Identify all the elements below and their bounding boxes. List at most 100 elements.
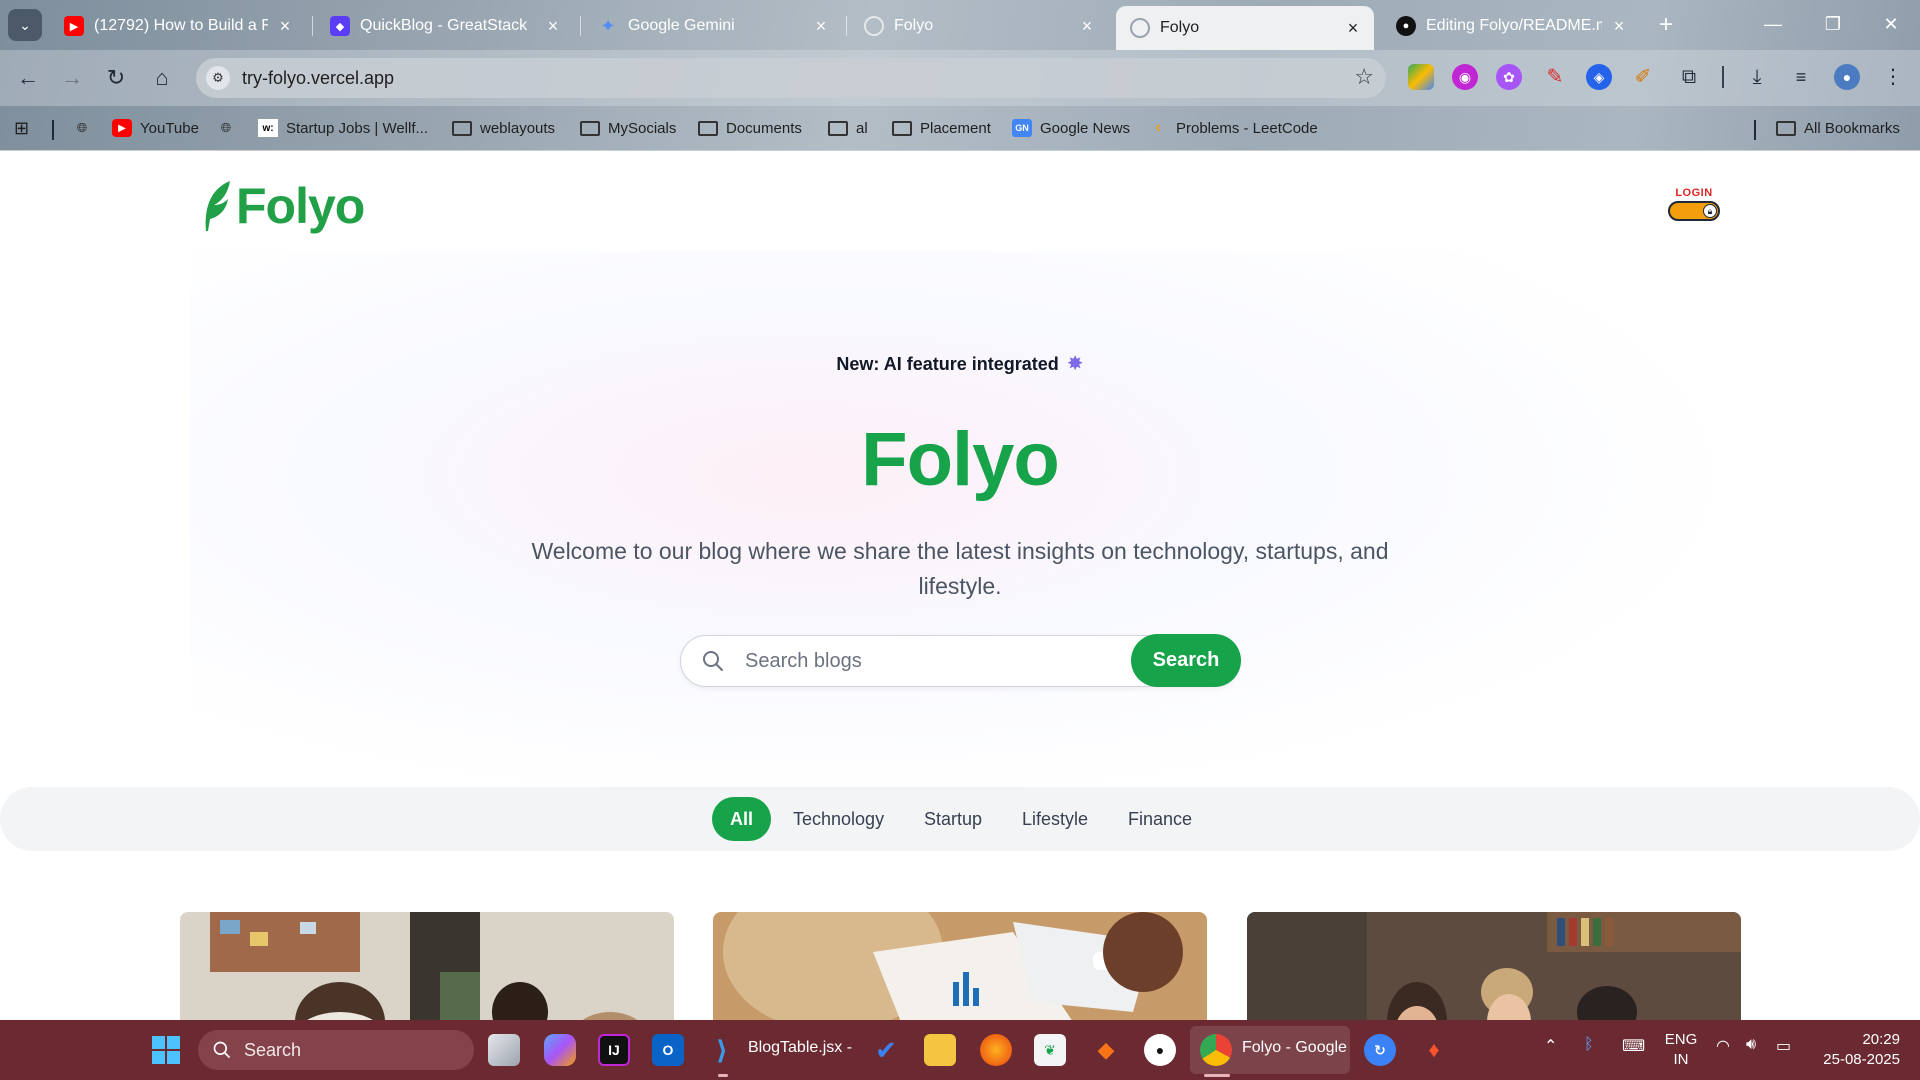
gemini-icon: ✦ [600,15,616,36]
clock-time: 20:29 [1862,1031,1900,1048]
minimize-button[interactable]: — [1750,8,1796,40]
close-icon[interactable]: × [276,16,294,37]
globe-bookmark[interactable]: 🌐︎ [72,116,100,140]
close-icon[interactable]: × [1078,16,1096,37]
media-control-icon[interactable]: ≡ [1788,64,1814,90]
taskbar-search[interactable]: Search [198,1030,474,1070]
bookmark-al[interactable]: al [828,116,868,140]
bookmark-weblayouts[interactable]: weblayouts [452,116,555,140]
category-technology[interactable]: Technology [775,797,902,841]
bookmark-wellfound[interactable]: w: Startup Jobs | Wellf... [258,116,428,140]
login-switch[interactable]: 🔒︎ [1668,201,1720,221]
battery-icon[interactable]: ▭ [1776,1036,1791,1056]
task-view-icon[interactable] [488,1034,520,1066]
bookmark-star-icon[interactable]: ☆ [1354,64,1374,90]
tab-folyo-1[interactable]: Folyo × [850,8,1108,44]
category-all[interactable]: All [712,797,772,841]
globe-bookmark[interactable]: 🌐︎ [216,116,244,140]
extension-icon[interactable]: ◈ [1586,64,1612,90]
category-lifestyle[interactable]: Lifestyle [1004,797,1106,841]
chrome-icon[interactable] [1200,1034,1232,1066]
edge-sync-icon[interactable]: ↻ [1364,1034,1396,1066]
git-icon[interactable]: ◆ [1090,1034,1122,1066]
highlighter-icon[interactable]: ✐ [1630,64,1656,90]
bookmark-leetcode[interactable]: ‹ Problems - LeetCode [1148,116,1317,140]
apps-grid-icon[interactable]: ⊞ [14,116,29,140]
search-input[interactable] [745,644,1065,678]
bookmark-label: All Bookmarks [1804,119,1900,137]
extension-icon[interactable]: ✿ [1496,64,1522,90]
tab-title: Folyo [1160,19,1200,36]
volume-icon[interactable]: 🔊︎ [1746,1036,1756,1054]
category-finance[interactable]: Finance [1110,797,1210,841]
bookmarks-bar: ⊞ 🌐︎ ▶ YouTube 🌐︎ w: Startup Jobs | Well… [0,106,1920,150]
extensions-puzzle-icon[interactable]: ⧉ [1676,64,1702,90]
todo-check-icon[interactable]: ✔ [870,1034,902,1066]
file-explorer-icon[interactable] [924,1034,956,1066]
pen-extension-icon[interactable]: ✎ [1542,64,1568,90]
hero-title: Folyo [861,417,1060,502]
tab-github[interactable]: ● Editing Folyo/README.md × [1382,8,1640,44]
tab-folyo-active[interactable]: Folyo × [1116,6,1374,50]
tab-title: Editing Folyo/README.md [1426,17,1602,34]
github-desktop-icon[interactable]: ● [1144,1034,1176,1066]
close-icon[interactable]: × [1610,16,1628,37]
close-icon[interactable]: × [812,16,830,37]
copilot-icon[interactable] [544,1034,576,1066]
tab-search-button[interactable]: ⌄ [8,9,42,41]
blog-card-image[interactable] [713,912,1207,1020]
firefox-icon[interactable] [980,1034,1012,1066]
chrome-window-label[interactable]: Folyo - Google [1242,1039,1347,1057]
taskbar-search-label: Search [244,1040,302,1060]
profile-avatar[interactable]: ● [1834,64,1860,90]
show-hidden-icons[interactable]: ⌃ [1544,1036,1557,1056]
brave-icon[interactable]: ♦ [1418,1034,1450,1066]
extension-icon[interactable]: ◉ [1452,64,1478,90]
bluetooth-icon[interactable]: ᛒ [1584,1036,1594,1054]
forward-button[interactable]: → [56,62,88,94]
language-indicator[interactable]: ENG IN [1664,1030,1698,1070]
search-button[interactable]: Search [1131,634,1241,687]
intellij-icon[interactable]: IJ [598,1034,630,1066]
close-window-button[interactable]: ✕ [1868,8,1914,40]
mongodb-icon[interactable]: ❦ [1034,1034,1066,1066]
tab-quickblog[interactable]: ◆ QuickBlog - GreatStack × [316,8,574,44]
folder-icon [892,119,912,137]
bookmark-documents[interactable]: Documents [698,116,802,140]
outlook-icon[interactable]: O [652,1034,684,1066]
new-tab-button[interactable]: + [1652,11,1680,39]
login-toggle[interactable]: LOGIN 🔒︎ [1668,187,1720,221]
system-clock[interactable]: 20:29 25-08-2025 [1814,1030,1900,1070]
site-info-icon[interactable]: ⚙ [206,66,230,90]
search-icon [703,651,723,671]
keyboard-icon[interactable]: ⌨ [1622,1036,1645,1056]
restore-button[interactable]: ❐ [1810,8,1856,40]
announcement-badge: New: AI feature integrated ✸ [0,351,1920,376]
bookmark-google-news[interactable]: GN Google News [1012,116,1130,140]
bookmark-youtube[interactable]: ▶ YouTube [112,116,199,140]
close-icon[interactable]: × [544,16,562,37]
more-menu-icon[interactable]: ⋮ [1880,64,1906,90]
google-drive-icon[interactable] [1408,64,1434,90]
wifi-icon[interactable]: ◠ [1716,1036,1730,1056]
home-button[interactable]: ⌂ [146,62,178,94]
close-icon[interactable]: × [1344,18,1362,39]
all-bookmarks[interactable]: All Bookmarks [1776,116,1900,140]
google-news-icon: GN [1012,119,1032,137]
tab-gemini[interactable]: ✦ Google Gemini × [584,8,842,44]
category-startup[interactable]: Startup [906,797,1000,841]
blog-card-image[interactable] [1247,912,1741,1020]
blog-card-image[interactable] [180,912,674,1020]
reload-button[interactable]: ↻ [100,62,132,94]
youtube-icon: ▶ [64,16,84,36]
vscode-icon[interactable]: ⟩ [706,1034,738,1066]
address-bar[interactable]: ⚙ try-folyo.vercel.app ☆ [196,58,1386,98]
back-button[interactable]: ← [12,62,44,94]
vscode-window-label[interactable]: BlogTable.jsx - [748,1039,852,1057]
bookmark-mysocials[interactable]: MySocials [580,116,676,140]
site-logo[interactable]: Folyo [200,177,365,235]
download-icon[interactable]: ⤓ [1744,64,1770,90]
tab-youtube[interactable]: ▶ (12792) How to Build a Ful × [50,8,306,44]
windows-start-icon[interactable] [150,1034,182,1066]
bookmark-placement[interactable]: Placement [892,116,991,140]
